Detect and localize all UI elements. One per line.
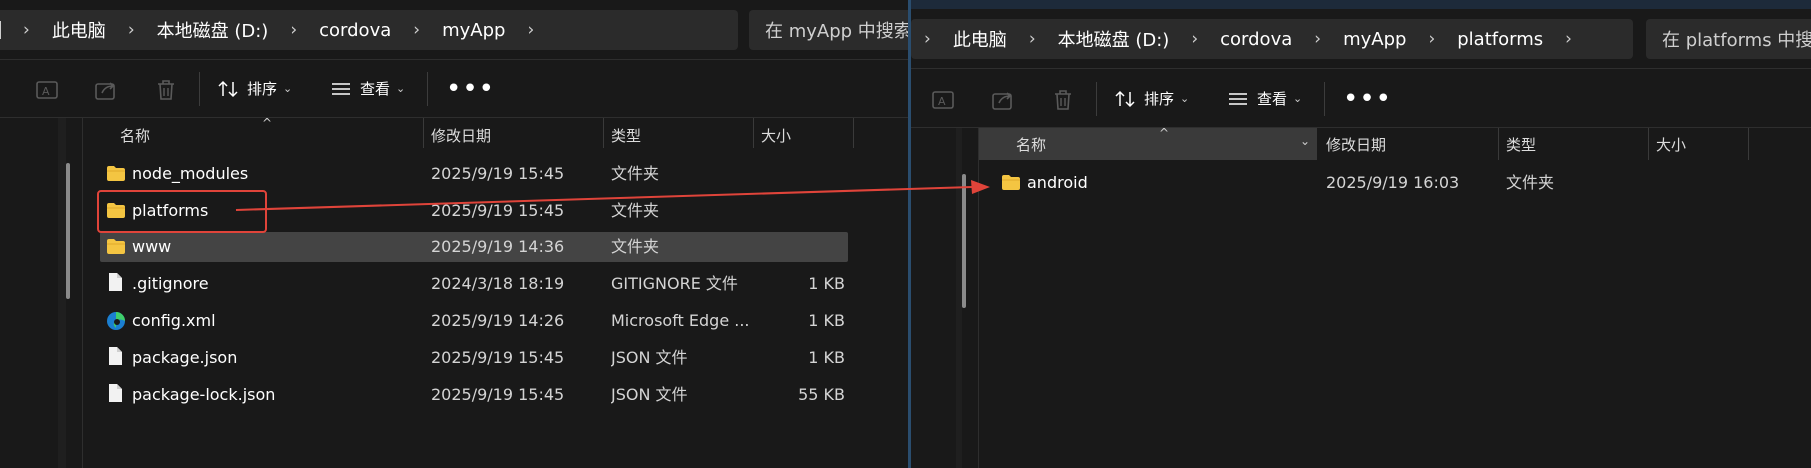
annotation-arrow-line xyxy=(235,186,973,211)
annotation-arrow xyxy=(235,180,990,211)
annotation-arrowhead xyxy=(971,180,990,194)
